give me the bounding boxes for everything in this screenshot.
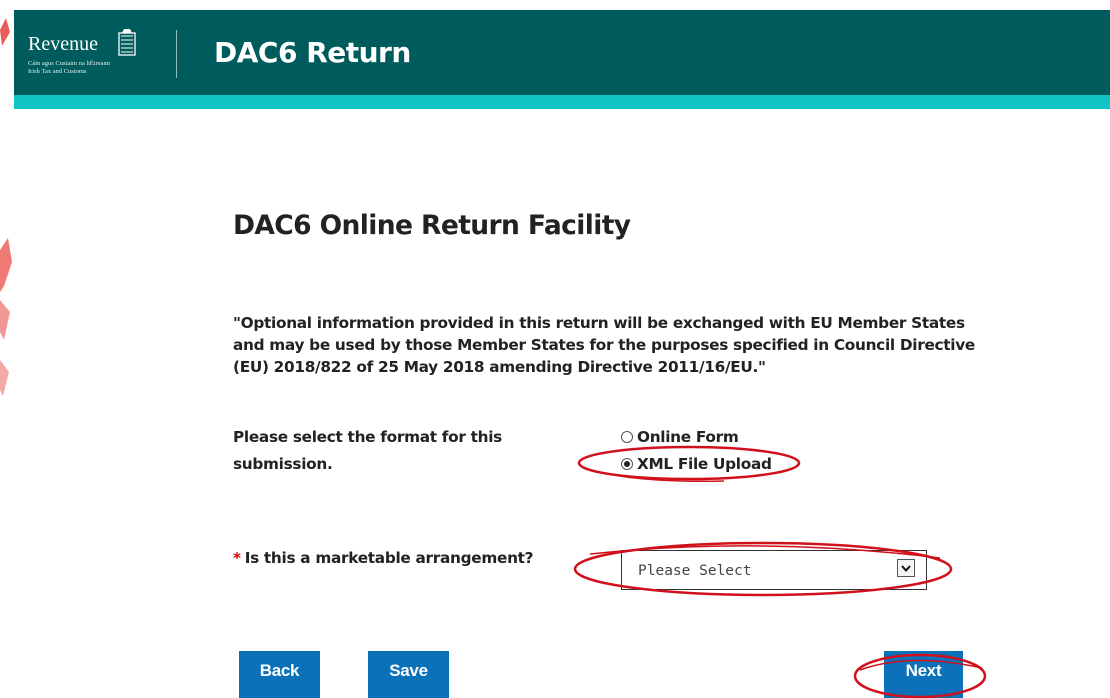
format-radio-group: Online Form XML File Upload [621, 423, 772, 477]
marketable-select[interactable]: Please Select [621, 550, 927, 590]
logo-subtitle: Cáin agus Custaim na hÉireann Irish Tax … [28, 60, 110, 75]
radio-label-xml-upload: XML File Upload [637, 454, 772, 473]
harp-crest-icon [118, 29, 136, 56]
header-divider [176, 30, 177, 78]
exchange-notice: "Optional information provided in this r… [233, 314, 975, 376]
radio-option-xml-upload[interactable]: XML File Upload [621, 450, 772, 477]
marketable-select-value: Please Select [638, 563, 752, 579]
page-title: DAC6 Online Return Facility [233, 210, 631, 241]
save-button[interactable]: Save [368, 651, 449, 698]
marketable-question-label: * Is this a marketable arrangement? [233, 549, 534, 567]
radio-option-online-form[interactable]: Online Form [621, 423, 772, 450]
next-button[interactable]: Next [884, 651, 963, 698]
edge-decoration [0, 18, 12, 396]
required-marker: * [233, 549, 241, 567]
header-accent-bar [14, 95, 1110, 109]
site-header [14, 10, 1110, 95]
format-question-label: Please select the format for this submis… [233, 428, 502, 473]
app-title: DAC6 Return [214, 36, 411, 69]
revenue-logo[interactable]: Revenue Cáin agus Custaim na hÉireann Ir… [28, 27, 148, 87]
chevron-down-icon[interactable] [897, 559, 915, 577]
marketable-question-text: Is this a marketable arrangement? [244, 549, 534, 567]
radio-online-form[interactable] [621, 430, 633, 443]
logo-wordmark: Revenue [28, 33, 98, 55]
radio-xml-upload[interactable] [621, 457, 633, 470]
back-button[interactable]: Back [239, 651, 320, 698]
radio-label-online-form: Online Form [637, 427, 739, 446]
